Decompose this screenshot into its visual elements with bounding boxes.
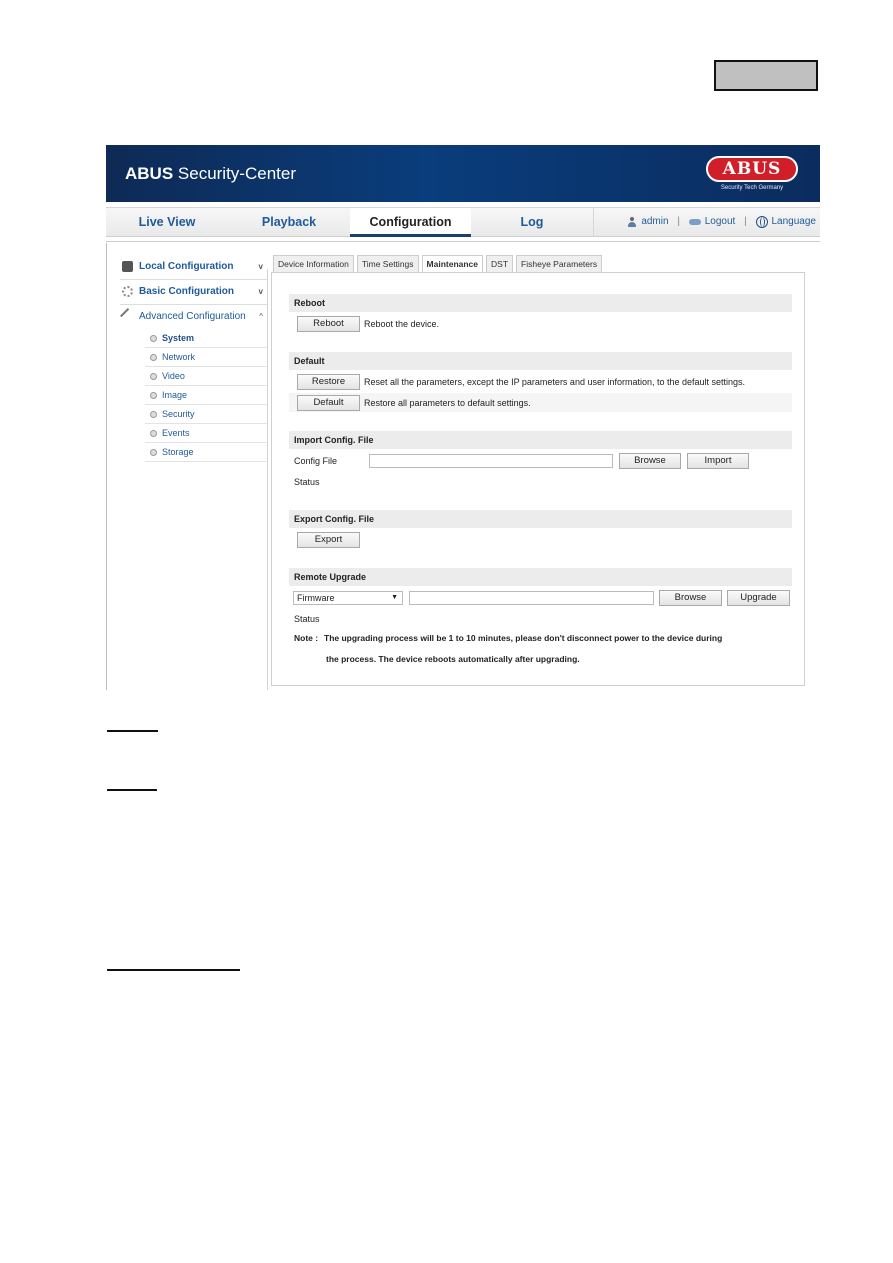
monitor-gear-icon xyxy=(122,261,133,272)
chevron-down-icon: v xyxy=(258,287,263,296)
web-ui-screenshot: ABUS Security-Center ABUS Security Tech … xyxy=(106,145,820,690)
restore-button[interactable]: Restore xyxy=(297,374,360,390)
sidebar-item-storage[interactable]: Storage xyxy=(145,443,267,462)
section-reboot-heading: Reboot xyxy=(289,294,792,312)
app-title: ABUS Security-Center xyxy=(125,164,296,184)
subtab-time-settings[interactable]: Time Settings xyxy=(356,255,419,272)
abus-logo: ABUS Security Tech Germany xyxy=(702,156,802,194)
user-name-link[interactable]: admin xyxy=(641,216,668,227)
sidebar-group-label: Basic Configuration xyxy=(139,286,235,297)
sidebar-item-security[interactable]: Security xyxy=(145,405,267,424)
app-title-text: Security-Center xyxy=(173,164,296,183)
sidebar-item-events[interactable]: Events xyxy=(145,424,267,443)
header-banner: ABUS Security-Center ABUS Security Tech … xyxy=(106,145,820,202)
upgrade-button[interactable]: Upgrade xyxy=(727,590,790,606)
upgrade-note-label: Note : xyxy=(294,633,319,643)
maintenance-panel: Reboot Reboot Reboot the device. Default… xyxy=(271,272,805,686)
upgrade-file-input[interactable] xyxy=(409,591,654,605)
content-left-border xyxy=(106,243,107,690)
wrench-icon xyxy=(120,308,137,325)
page-label-box xyxy=(714,60,818,91)
upgrade-type-value: Firmware xyxy=(297,593,335,603)
import-button[interactable]: Import xyxy=(687,453,749,469)
section-export-heading: Export Config. File xyxy=(289,510,792,528)
sidebar-group-local-configuration[interactable]: Local Configuration v xyxy=(120,255,267,280)
subtab-device-information[interactable]: Device Information xyxy=(273,255,354,272)
sidebar-item-network[interactable]: Network xyxy=(145,348,267,367)
sidebar-item-image[interactable]: Image xyxy=(145,386,267,405)
restore-description: Reset all the parameters, except the IP … xyxy=(364,377,746,387)
heading-underline xyxy=(107,730,158,732)
sidebar-group-label: Local Configuration xyxy=(139,261,234,272)
default-description: Restore all parameters to default settin… xyxy=(364,398,531,408)
sidebar-divider xyxy=(267,269,268,690)
section-default-heading: Default xyxy=(289,352,792,370)
globe-icon xyxy=(755,216,768,228)
nav-divider xyxy=(593,208,594,237)
sidebar-item-video[interactable]: Video xyxy=(145,367,267,386)
tab-live-view[interactable]: Live View xyxy=(106,208,228,237)
logout-link[interactable]: Logout xyxy=(705,216,736,227)
gear-icon xyxy=(122,286,133,297)
export-button[interactable]: Export xyxy=(297,532,360,548)
default-button[interactable]: Default xyxy=(297,395,360,411)
app-title-brand: ABUS xyxy=(125,164,174,183)
config-file-input[interactable] xyxy=(369,454,613,468)
separator: | xyxy=(744,216,747,227)
upgrade-browse-button[interactable]: Browse xyxy=(659,590,722,606)
sidebar-group-label: Advanced Configuration xyxy=(139,311,246,322)
subtab-fisheye-parameters[interactable]: Fisheye Parameters xyxy=(516,255,603,272)
section-remote-upgrade-heading: Remote Upgrade xyxy=(289,568,792,586)
sidebar-item-system[interactable]: System xyxy=(145,329,267,348)
upgrade-note-line-1: The upgrading process will be 1 to 10 mi… xyxy=(324,633,723,643)
tab-configuration[interactable]: Configuration xyxy=(350,208,471,237)
reboot-button[interactable]: Reboot xyxy=(297,316,360,332)
upgrade-note-line-2: the process. The device reboots automati… xyxy=(326,654,580,664)
logout-icon xyxy=(688,219,701,225)
import-status-label: Status xyxy=(294,477,320,487)
tab-playback[interactable]: Playback xyxy=(228,208,350,237)
subtab-dst[interactable]: DST xyxy=(486,255,514,272)
chevron-down-icon: v xyxy=(258,262,263,271)
reboot-description: Reboot the device. xyxy=(364,319,440,329)
subtab-bar: Device Information Time Settings Mainten… xyxy=(273,255,605,273)
upgrade-status-label: Status xyxy=(294,614,320,624)
import-browse-button[interactable]: Browse xyxy=(619,453,681,469)
upgrade-type-select[interactable]: Firmware ▼ xyxy=(293,591,403,605)
separator: | xyxy=(677,216,680,227)
logo-subtitle: Security Tech Germany xyxy=(720,185,784,191)
subtab-maintenance[interactable]: Maintenance xyxy=(421,255,484,273)
content-top-border xyxy=(106,241,820,242)
logo-badge: ABUS xyxy=(706,156,798,182)
user-area: admin | Logout | Language xyxy=(627,208,816,237)
main-nav: Live View Playback Configuration Log adm… xyxy=(106,207,820,237)
chevron-up-icon: ^ xyxy=(259,312,263,321)
sidebar: Local Configuration v Basic Configuratio… xyxy=(120,255,267,462)
section-import-heading: Import Config. File xyxy=(289,431,792,449)
tab-log[interactable]: Log xyxy=(471,208,593,237)
config-file-label: Config File xyxy=(294,456,338,466)
logo-text: ABUS xyxy=(722,159,782,179)
language-link[interactable]: Language xyxy=(772,216,817,227)
heading-underline xyxy=(107,789,157,791)
heading-underline xyxy=(107,969,240,971)
sidebar-group-basic-configuration[interactable]: Basic Configuration v xyxy=(120,280,267,305)
user-icon xyxy=(627,217,637,227)
sidebar-group-advanced-configuration[interactable]: Advanced Configuration ^ xyxy=(120,305,267,329)
dropdown-arrow-icon: ▼ xyxy=(391,594,398,601)
